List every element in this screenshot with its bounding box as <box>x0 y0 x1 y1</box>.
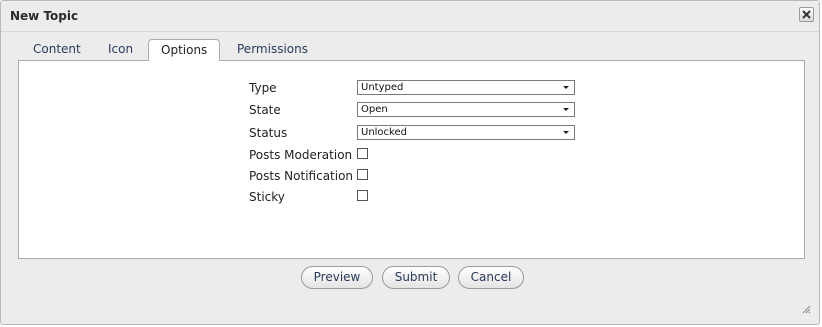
state-select-value: Open <box>361 104 388 115</box>
sticky-checkbox[interactable] <box>357 190 368 201</box>
state-label: State <box>249 103 281 117</box>
posts-notification-label: Posts Notification <box>249 169 354 183</box>
submit-button[interactable]: Submit <box>382 266 450 289</box>
preview-button[interactable]: Preview <box>301 266 373 289</box>
posts-moderation-checkbox[interactable] <box>357 148 368 159</box>
status-select-value: Unlocked <box>361 127 407 138</box>
dialog-buttons: Preview Submit Cancel <box>1 266 821 290</box>
dialog-titlebar[interactable]: New Topic <box>1 1 819 32</box>
cancel-button[interactable]: Cancel <box>458 266 524 289</box>
type-select[interactable]: Untyped <box>357 80 575 95</box>
resize-grip-icon[interactable] <box>801 304 811 314</box>
tab-content[interactable]: Content <box>21 39 93 61</box>
type-label: Type <box>249 81 277 95</box>
status-label: Status <box>249 126 288 140</box>
posts-notification-checkbox[interactable] <box>357 169 368 180</box>
new-topic-dialog: New Topic Content Icon Options Permissio… <box>0 0 820 325</box>
sticky-label: Sticky <box>249 190 285 204</box>
tab-options[interactable]: Options <box>148 39 221 61</box>
close-icon <box>802 10 811 19</box>
dropdown-arrow-icon <box>563 86 569 89</box>
tab-permissions[interactable]: Permissions <box>225 39 320 61</box>
type-select-value: Untyped <box>361 82 404 93</box>
dialog-title: New Topic <box>10 9 79 23</box>
status-select[interactable]: Unlocked <box>357 125 575 140</box>
options-panel: Type Untyped State Open Status Unlocked … <box>18 60 805 259</box>
dropdown-arrow-icon <box>563 131 569 134</box>
state-select[interactable]: Open <box>357 102 575 117</box>
dropdown-arrow-icon <box>563 108 569 111</box>
close-button[interactable] <box>799 7 814 22</box>
posts-moderation-label: Posts Moderation <box>249 148 353 162</box>
tab-icon[interactable]: Icon <box>96 39 145 61</box>
